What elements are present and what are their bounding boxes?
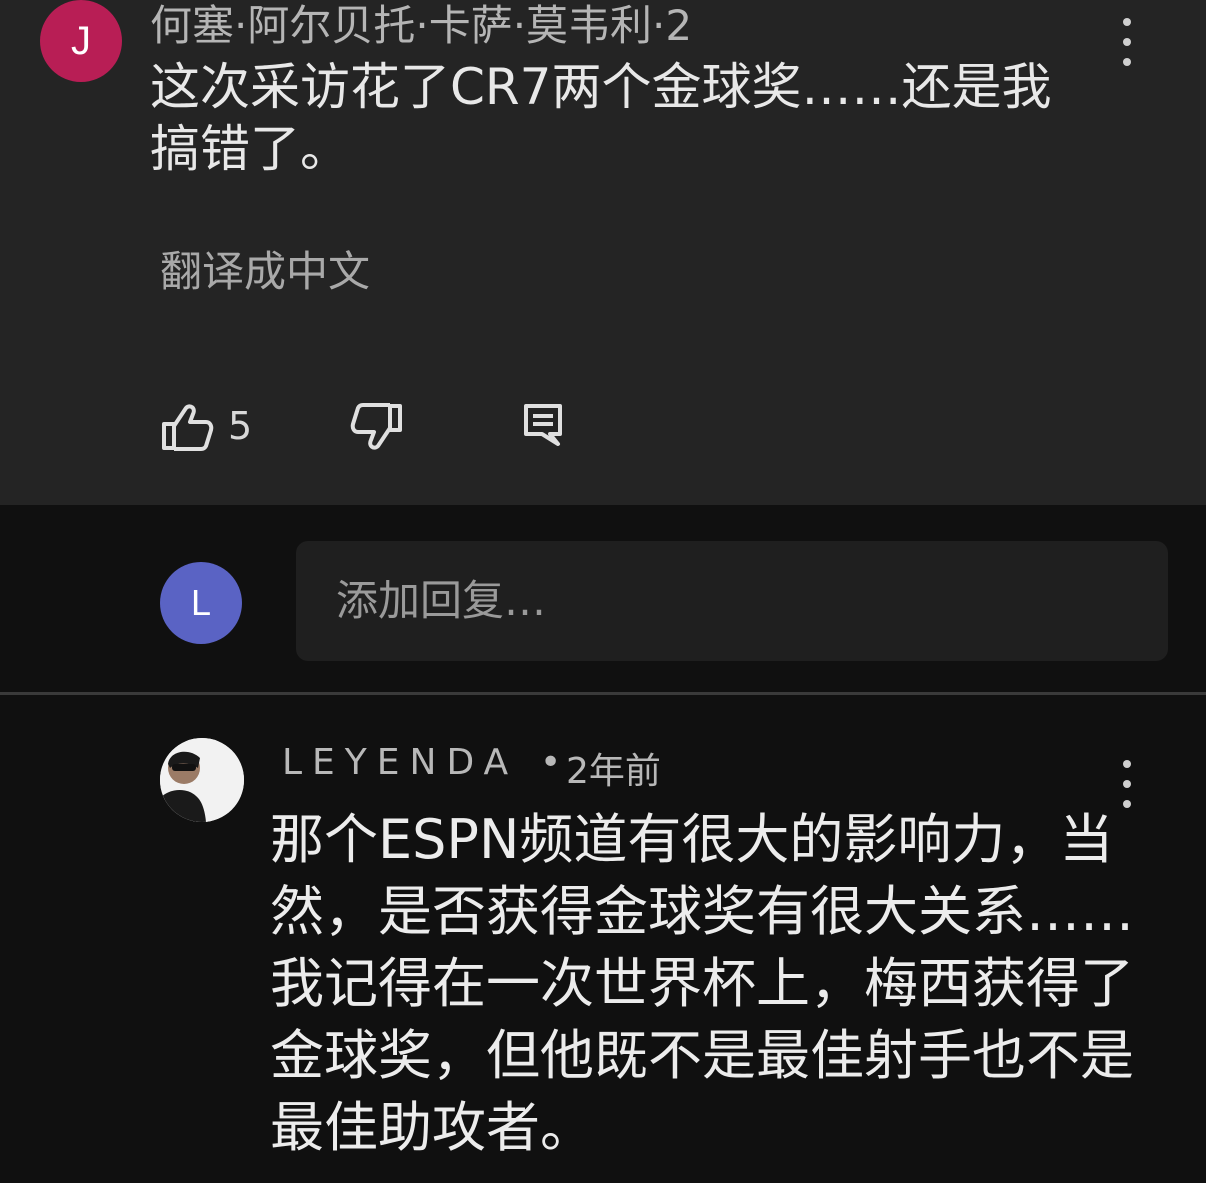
reply-text: 那个ESPN频道有很大的影响力，当然，是否获得金球奖有很大关系……我记得在一次世… (270, 808, 1134, 1159)
avatar-letter: J (71, 18, 91, 63)
current-user-avatar: L (160, 562, 242, 644)
like-count: 5 (228, 404, 253, 448)
comment-text: 这次采访花了CR7两个金球奖……还是我搞错了。 (150, 58, 1052, 178)
comment-author[interactable]: 何塞·阿尔贝托·卡萨·莫韦利·2 (150, 0, 692, 53)
thumbs-down-icon[interactable] (348, 402, 404, 452)
avatar-letter: L (190, 582, 212, 623)
more-vert-icon[interactable] (1121, 760, 1133, 808)
reply-author[interactable]: LEYENDA (282, 742, 518, 783)
reply-icon[interactable] (522, 402, 566, 448)
separator-dot: • (540, 742, 562, 783)
divider (0, 692, 1206, 695)
comment-card: J 何塞·阿尔贝托·卡萨·莫韦利·2 这次采访花了CR7两个金球奖……还是我搞错… (0, 0, 1206, 505)
avatar[interactable] (160, 738, 244, 822)
more-vert-icon[interactable] (1121, 18, 1133, 66)
avatar[interactable]: J (40, 0, 122, 82)
reply-timestamp: 2年前 (566, 751, 661, 792)
thumbs-up-icon[interactable] (160, 402, 216, 452)
translate-link[interactable]: 翻译成中文 (160, 238, 370, 299)
reply-input[interactable]: 添加回复… (296, 541, 1168, 661)
